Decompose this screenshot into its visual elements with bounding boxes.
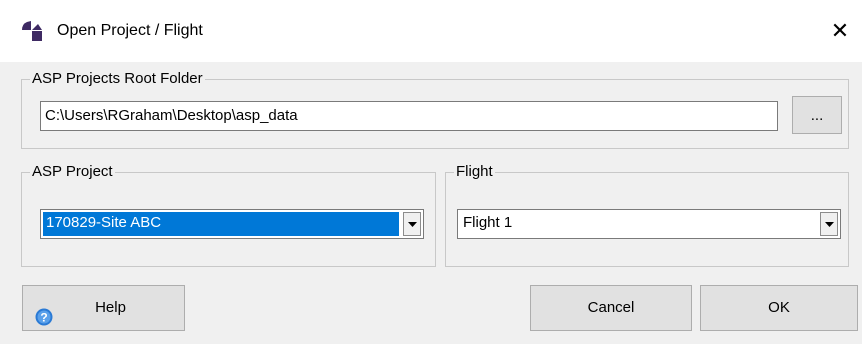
cancel-button-label: Cancel: [587, 299, 635, 316]
browse-button[interactable]: ...: [792, 96, 842, 134]
ok-button[interactable]: OK: [700, 285, 858, 331]
help-button[interactable]: ? Help: [22, 285, 185, 331]
browse-button-label: ...: [810, 107, 824, 124]
help-icon: ?: [35, 300, 53, 326]
window-title: Open Project / Flight: [57, 22, 203, 39]
asp-project-select[interactable]: 170829-Site ABC: [40, 209, 424, 239]
root-folder-label: ASP Projects Root Folder: [30, 69, 205, 89]
cancel-button[interactable]: Cancel: [530, 285, 692, 331]
close-icon[interactable]: ✕: [827, 18, 853, 44]
flight-select[interactable]: Flight 1: [457, 209, 841, 239]
root-folder-path-input[interactable]: C:\Users\RGraham\Desktop\asp_data: [40, 101, 778, 131]
asp-project-label: ASP Project: [30, 162, 115, 182]
project-logo-icon: [21, 20, 43, 42]
ok-button-label: OK: [768, 299, 790, 316]
help-button-label: Help: [95, 299, 126, 316]
title-bar: Open Project / Flight ✕: [0, 0, 862, 62]
flight-selected-value: Flight 1: [463, 214, 513, 231]
svg-text:?: ?: [40, 311, 47, 325]
asp-project-selected-value: 170829-Site ABC: [43, 212, 399, 236]
flight-label: Flight: [454, 162, 495, 182]
chevron-down-icon[interactable]: [403, 212, 421, 236]
chevron-down-icon[interactable]: [820, 212, 838, 236]
